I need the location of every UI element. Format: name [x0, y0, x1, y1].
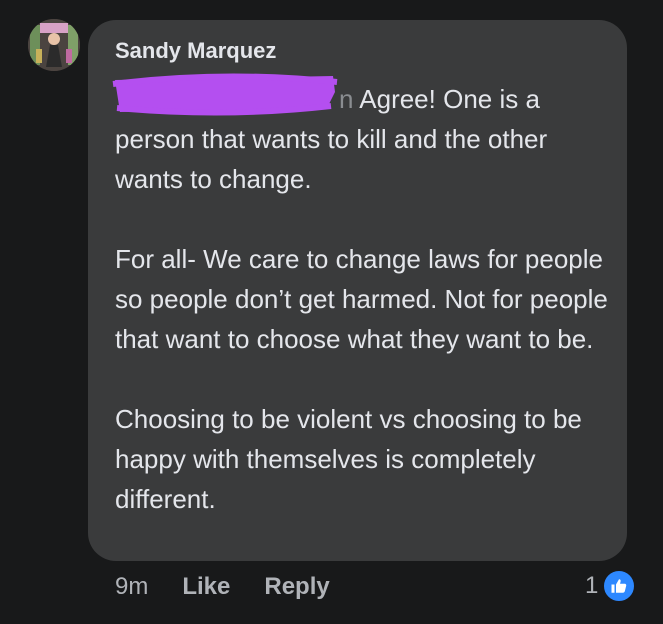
comment-body: n Agree! One is a person that wants to k… [112, 73, 616, 519]
reaction-summary[interactable]: 1 [585, 569, 637, 603]
redaction-scribble [112, 73, 338, 116]
redacted-mention [112, 73, 338, 116]
comment-paragraph-3: Choosing to be violent vs choosing to be… [115, 404, 590, 514]
thumbs-up-icon [602, 569, 637, 603]
like-button[interactable]: Like [182, 573, 230, 601]
comment-paragraph-2: For all- We care to change laws for peop… [115, 244, 616, 354]
comment-author-name[interactable]: Sandy Marquez [115, 38, 276, 64]
comment-actions: 9m Like Reply [115, 571, 330, 603]
timestamp[interactable]: 9m [115, 573, 148, 601]
reaction-count: 1 [585, 572, 599, 599]
comment-paragraph-1: n Agree! One is a person that wants to k… [112, 73, 615, 199]
reply-button[interactable]: Reply [264, 573, 329, 601]
